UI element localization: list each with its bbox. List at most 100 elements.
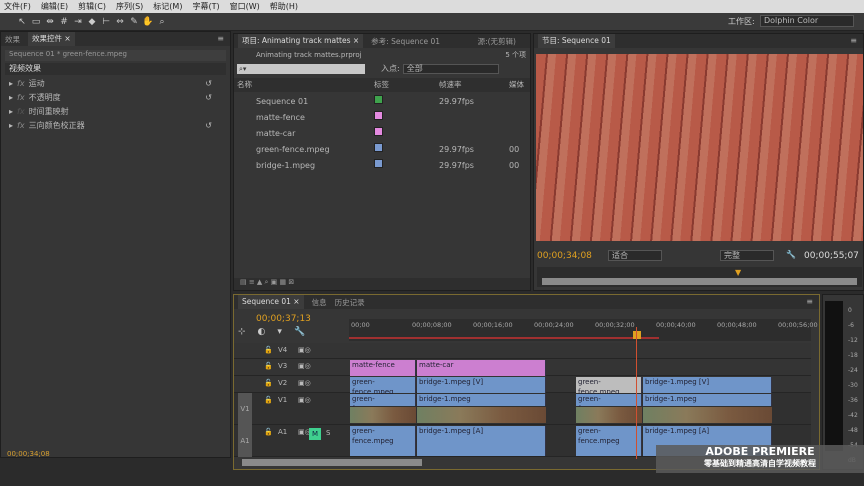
effect-time-remap[interactable]: ▸ fx 时间重映射 [9, 105, 230, 119]
monitor-scrubber[interactable]: ▼ [537, 267, 862, 287]
tab-sequence[interactable]: Sequence 01 × [238, 295, 304, 309]
timeline-scrollbar[interactable] [242, 459, 422, 466]
linked-selection-icon[interactable]: ◐ [258, 327, 266, 337]
toggle-output-icon[interactable]: ▣◎ [298, 379, 311, 387]
project-item[interactable]: matte-car [234, 126, 530, 142]
reset-icon[interactable]: ↺ [205, 77, 212, 91]
timeline-clip[interactable]: green-fence.mpeg [576, 377, 642, 396]
fit-select[interactable]: 适合 [608, 250, 662, 261]
source-patch-v[interactable]: V1 [238, 393, 252, 425]
lock-icon[interactable]: 🔓 [264, 396, 273, 404]
slip-icon[interactable]: ⊢ [100, 16, 112, 28]
inpoint-select[interactable]: 全部 [402, 64, 499, 74]
toggle-output-icon[interactable]: ▣◎ [298, 346, 311, 354]
col-name[interactable]: 名称 [234, 78, 374, 92]
toggle-output-icon[interactable]: ▣◎ [298, 396, 311, 404]
snap-icon[interactable]: ⊹ [238, 327, 246, 337]
pen-icon[interactable]: ✎ [128, 16, 140, 28]
selection-tool-icon[interactable]: ↖ [16, 16, 28, 28]
track-select-icon[interactable]: ▭ [30, 16, 42, 28]
timeline-clip[interactable]: matte-car [417, 360, 546, 376]
menu-help[interactable]: 帮助(H) [270, 1, 298, 12]
clip-thumbnail [417, 407, 546, 423]
timeline-clip[interactable]: bridge-1.mpeg [V] [643, 377, 772, 393]
timeline-clip[interactable]: matte-fence [350, 360, 416, 376]
rate-stretch-icon[interactable]: ⇥ [72, 16, 84, 28]
meter-label: -18 [848, 352, 858, 359]
tab-effects[interactable]: 效果 [5, 34, 20, 45]
panel-menu-icon[interactable]: ≡ [850, 36, 857, 45]
panel-menu-icon[interactable]: ≡ [217, 34, 224, 43]
wrench-icon[interactable]: 🔧 [786, 250, 796, 259]
project-item[interactable]: matte-fence [234, 110, 530, 126]
mute-button[interactable]: M [309, 428, 321, 440]
toggle-output-icon[interactable]: ▣◎ [298, 362, 311, 370]
menu-edit[interactable]: 编辑(E) [41, 1, 68, 12]
timeline-clip[interactable]: green-fence.mpeg [350, 377, 416, 396]
quality-select[interactable]: 完整 [720, 250, 774, 261]
panel-menu-icon[interactable]: ≡ [806, 297, 813, 306]
timeline-clip[interactable]: bridge-1.mpeg [417, 394, 546, 406]
slide-icon[interactable]: ⇔ [114, 16, 126, 28]
project-item[interactable]: bridge-1.mpeg 29.97fps 00 [234, 158, 530, 174]
reset-icon[interactable]: ↺ [205, 91, 212, 105]
item-name: green-fence.mpeg [256, 145, 330, 154]
reset-icon[interactable]: ↺ [205, 119, 212, 133]
timeline-clip[interactable]: bridge-1.mpeg [A] [417, 426, 546, 456]
hand-icon[interactable]: ✋ [142, 16, 154, 28]
project-item[interactable]: green-fence.mpeg 29.97fps 00 [234, 142, 530, 158]
meter-label: -6 [848, 322, 854, 329]
solo-button[interactable]: S [326, 429, 330, 437]
menu-file[interactable]: 文件(F) [4, 1, 31, 12]
current-time[interactable]: 00;00;34;08 [537, 251, 592, 261]
menu-title[interactable]: 字幕(T) [192, 1, 219, 12]
tab-source[interactable]: 源:(无剪辑) [478, 36, 516, 47]
menu-sequence[interactable]: 序列(S) [116, 1, 143, 12]
effect-opacity[interactable]: ▸ fx 不透明度 ↺ [9, 91, 230, 105]
add-marker-icon[interactable]: ▾ [277, 327, 282, 337]
tab-reference[interactable]: 参考: Sequence 01 [371, 36, 440, 47]
effect-three-way-color[interactable]: ▸ fx 三向颜色校正器 ↺ [9, 119, 230, 133]
timeline-clip[interactable]: bridge-1.mpeg [643, 394, 772, 406]
timeline-clip[interactable]: green-fence.mpeg [350, 394, 416, 413]
timeline-clip[interactable]: green-fence.mpeg [350, 426, 416, 456]
search-input[interactable]: ⌕▾ [237, 64, 365, 74]
workspace-select[interactable]: Dolphin Color [760, 15, 854, 27]
col-media[interactable]: 媒体 [509, 78, 524, 92]
rolling-edit-icon[interactable]: # [58, 16, 70, 28]
zoom-scrollbar[interactable] [542, 278, 857, 285]
ripple-edit-icon[interactable]: ⇹ [44, 16, 56, 28]
tab-effect-controls[interactable]: 效果控件 × [28, 32, 75, 46]
lock-icon[interactable]: 🔓 [264, 428, 273, 436]
item-name: bridge-1.mpeg [256, 161, 316, 170]
playhead-icon[interactable]: ▼ [735, 268, 741, 277]
razor-icon[interactable]: ◆ [86, 16, 98, 28]
meter-label: -24 [848, 367, 858, 374]
item-label-swatch [374, 127, 439, 141]
status-time: 00;00;34;08 [7, 450, 50, 458]
menu-window[interactable]: 窗口(W) [230, 1, 260, 12]
timeline-clip[interactable]: green-fence.mpeg [576, 426, 642, 456]
col-fps[interactable]: 帧速率 [439, 78, 509, 92]
effect-motion[interactable]: ▸ fx 运动 ↺ [9, 77, 230, 91]
tab-program[interactable]: 节目: Sequence 01 [538, 34, 615, 48]
menu-clip[interactable]: 剪辑(C) [78, 1, 106, 12]
timeline-clip[interactable]: bridge-1.mpeg [V] [417, 377, 546, 393]
timeline-clip[interactable]: green-fence.mpeg [576, 394, 642, 413]
playhead-handle[interactable] [633, 331, 641, 339]
ruler-label: 00;00;24;00 [534, 321, 574, 329]
settings-wrench-icon[interactable]: 🔧 [294, 327, 305, 337]
lock-icon[interactable]: 🔓 [264, 346, 273, 354]
lock-icon[interactable]: 🔓 [264, 379, 273, 387]
source-patch-a[interactable]: A1 [238, 425, 252, 457]
zoom-icon[interactable]: ⌕ [156, 16, 168, 28]
tab-history[interactable]: 历史记录 [335, 297, 365, 308]
timeline-timecode[interactable]: 00;00;37;13 [256, 314, 311, 324]
lock-icon[interactable]: 🔓 [264, 362, 273, 370]
tab-project[interactable]: 项目: Animating track mattes × [238, 34, 364, 48]
project-item[interactable]: Sequence 01 29.97fps [234, 94, 530, 110]
time-ruler[interactable]: 00;00 00;00;08;00 00;00;16;00 00;00;24;00 00… [349, 319, 818, 341]
menu-marker[interactable]: 标记(M) [153, 1, 182, 12]
tab-info[interactable]: 信息 [312, 297, 327, 308]
col-label[interactable]: 标签 [374, 78, 439, 92]
